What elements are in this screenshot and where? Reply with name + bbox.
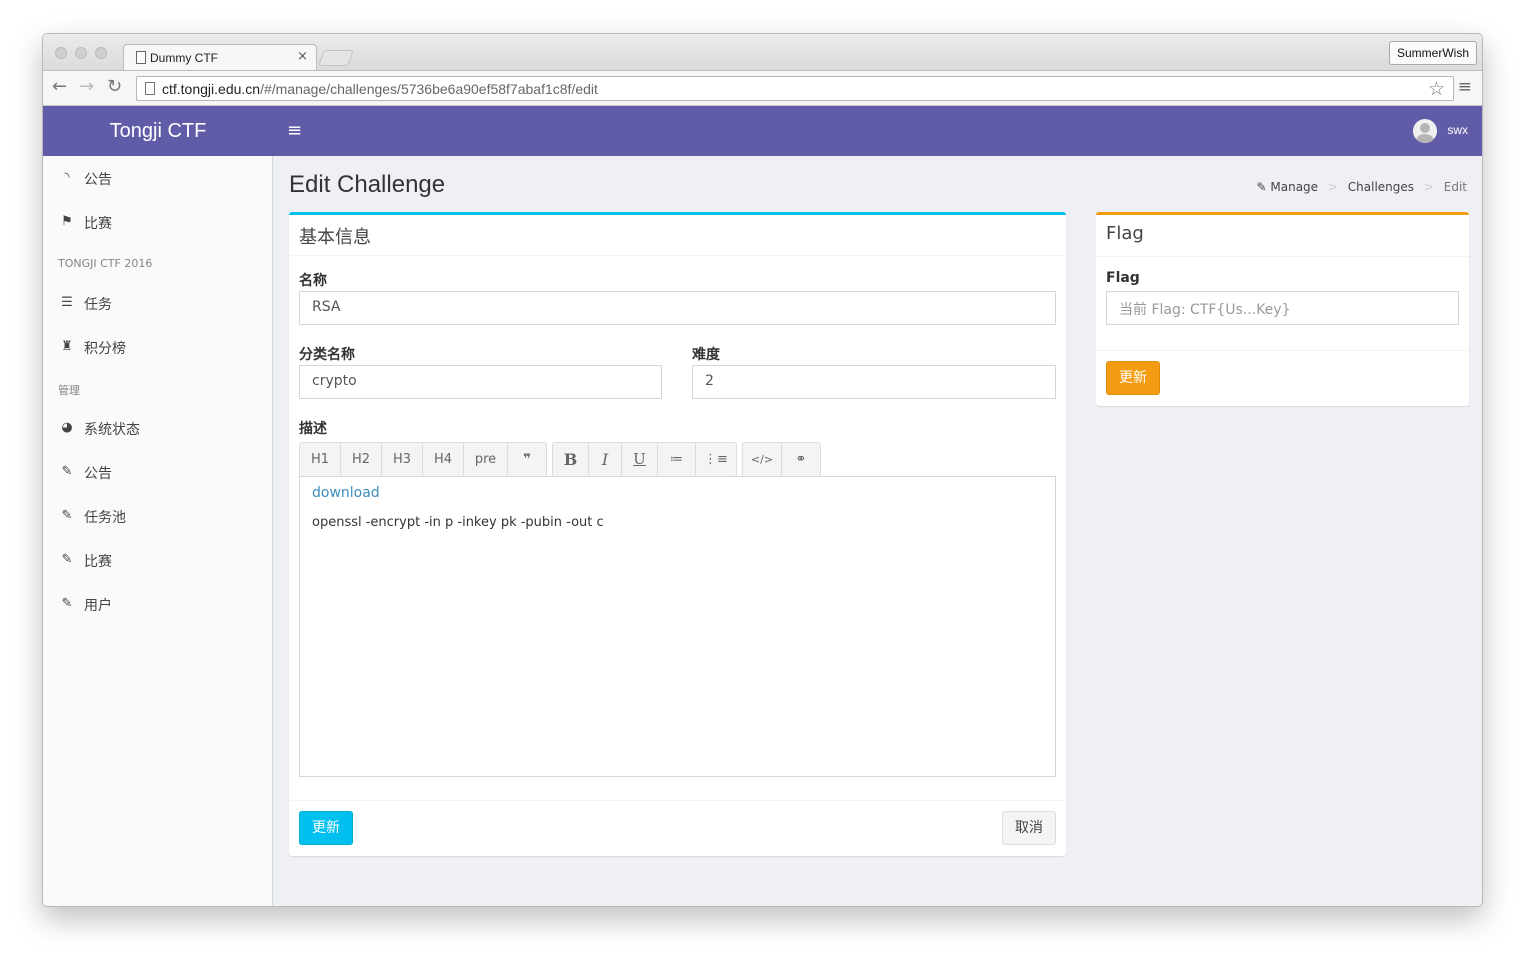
- rss-icon: ◝: [64, 170, 70, 185]
- sidebar-item-manage-announcements[interactable]: ✎ 公告: [43, 450, 273, 494]
- difficulty-label: 难度: [692, 347, 720, 363]
- basic-info-box: 基本信息 名称 RSA 分类名称 crypto 难度 2 描述 H1 H2 H3…: [289, 212, 1066, 856]
- minimize-window-button[interactable]: [75, 47, 87, 59]
- main-content: Edit Challenge ✎ Manage > Challenges > E…: [274, 156, 1482, 906]
- heading-group: H1 H2 H3 H4 pre ❞: [299, 442, 547, 477]
- box-title: 基本信息: [299, 227, 371, 248]
- tab-title: Dummy CTF: [150, 51, 218, 65]
- sidebar-item-manage-contests[interactable]: ✎ 比赛: [43, 538, 273, 582]
- flag-input[interactable]: 当前 Flag: CTF{Us...Key}: [1106, 291, 1459, 325]
- list-icon: ☰: [61, 295, 73, 310]
- h3-button[interactable]: H3: [382, 443, 423, 476]
- forward-icon[interactable]: →: [79, 76, 94, 97]
- breadcrumb-manage[interactable]: Manage: [1270, 180, 1318, 194]
- address-bar[interactable]: ctf.tongji.edu.cn/#/manage/challenges/57…: [136, 76, 1454, 101]
- new-tab-button[interactable]: [318, 50, 354, 66]
- bullet-list-icon[interactable]: ≔: [658, 443, 696, 476]
- numbered-list-icon[interactable]: ⋮≡: [696, 443, 736, 476]
- description-editor[interactable]: download openssl -encrypt -in p -inkey p…: [299, 476, 1056, 777]
- zoom-window-button[interactable]: [95, 47, 107, 59]
- quote-icon[interactable]: ❞: [508, 443, 546, 476]
- update-button[interactable]: 更新: [299, 811, 353, 845]
- format-group: B I U ≔ ⋮≡: [552, 442, 737, 477]
- name-label: 名称: [299, 273, 327, 289]
- pre-button[interactable]: pre: [464, 443, 508, 476]
- underline-button[interactable]: U: [622, 443, 658, 476]
- breadcrumb-edit: Edit: [1443, 180, 1467, 194]
- insert-group: </> ⚭: [742, 442, 821, 477]
- wrench-icon: ✎: [61, 596, 73, 611]
- browser-menu-icon[interactable]: ≡: [1458, 77, 1472, 97]
- brand-logo[interactable]: Tongji CTF: [43, 106, 273, 156]
- h2-button[interactable]: H2: [341, 443, 382, 476]
- italic-button[interactable]: I: [589, 443, 622, 476]
- flag-update-button[interactable]: 更新: [1106, 361, 1160, 395]
- breadcrumb: ✎ Manage > Challenges > Edit: [1256, 180, 1467, 194]
- sidebar-item-tasks[interactable]: ☰ 任务: [43, 281, 273, 325]
- sidebar-item-announcements[interactable]: ◝ 公告: [43, 156, 273, 200]
- user-name[interactable]: swx: [1447, 123, 1468, 137]
- breadcrumb-challenges[interactable]: Challenges: [1348, 180, 1414, 194]
- wrench-icon: ✎: [1256, 180, 1271, 194]
- wrench-icon: ✎: [61, 464, 73, 479]
- page-title: Edit Challenge: [289, 171, 446, 198]
- cancel-button[interactable]: 取消: [1002, 811, 1056, 845]
- category-label: 分类名称: [299, 347, 355, 363]
- sidebar-item-system-status[interactable]: ◕ 系统状态: [43, 406, 273, 450]
- close-window-button[interactable]: [55, 47, 67, 59]
- wrench-icon: ✎: [61, 552, 73, 567]
- sidebar: ◝ 公告 ⚑ 比赛 TONGJI CTF 2016 ☰ 任务 ♜ 积分榜 管理 …: [43, 156, 273, 906]
- link-icon[interactable]: ⚭: [782, 443, 820, 476]
- description-text: openssl -encrypt -in p -inkey pk -pubin …: [312, 515, 604, 530]
- sidebar-section-manage: 管理: [58, 384, 80, 397]
- browser-window: Dummy CTF × SummerWish ← → ↻ ctf.tongji.…: [42, 33, 1483, 907]
- flag-label: Flag: [1106, 270, 1140, 286]
- trophy-icon: ♜: [61, 339, 73, 354]
- download-link[interactable]: download: [312, 485, 380, 501]
- name-input[interactable]: RSA: [299, 291, 1056, 325]
- bookmark-star-icon[interactable]: ☆: [1428, 78, 1445, 100]
- page-icon: [145, 82, 155, 95]
- profile-button[interactable]: SummerWish: [1388, 41, 1477, 65]
- reload-icon[interactable]: ↻: [107, 76, 122, 97]
- url-text: ctf.tongji.edu.cn/#/manage/challenges/57…: [162, 81, 598, 97]
- flag-box: Flag Flag 当前 Flag: CTF{Us...Key} 更新: [1096, 212, 1469, 406]
- h4-button[interactable]: H4: [423, 443, 464, 476]
- sidebar-item-task-pool[interactable]: ✎ 任务池: [43, 494, 273, 538]
- avatar[interactable]: [1413, 119, 1437, 143]
- browser-toolbar: ← → ↻ ctf.tongji.edu.cn/#/manage/challen…: [43, 70, 1482, 106]
- h1-button[interactable]: H1: [300, 443, 341, 476]
- bold-button[interactable]: B: [553, 443, 589, 476]
- sidebar-toggle-icon[interactable]: ≡: [287, 120, 302, 141]
- flag-icon: ⚑: [61, 214, 73, 229]
- dashboard-icon: ◕: [61, 420, 73, 435]
- tab-strip: Dummy CTF × SummerWish: [43, 34, 1482, 71]
- app-header: Tongji CTF ≡ swx: [43, 106, 1482, 156]
- wrench-icon: ✎: [61, 508, 73, 523]
- sidebar-item-users[interactable]: ✎ 用户: [43, 582, 273, 626]
- category-input[interactable]: crypto: [299, 365, 662, 399]
- sidebar-item-scoreboard[interactable]: ♜ 积分榜: [43, 325, 273, 369]
- box-title: Flag: [1106, 223, 1144, 244]
- back-icon[interactable]: ←: [52, 76, 67, 97]
- page-icon: [136, 51, 146, 64]
- browser-tab[interactable]: Dummy CTF ×: [123, 44, 317, 71]
- tab-close-icon[interactable]: ×: [297, 49, 308, 64]
- code-icon[interactable]: </>: [743, 443, 782, 476]
- sidebar-item-contests[interactable]: ⚑ 比赛: [43, 200, 273, 244]
- sidebar-section-contest: TONGJI CTF 2016: [58, 257, 153, 270]
- description-label: 描述: [299, 421, 327, 437]
- difficulty-input[interactable]: 2: [692, 365, 1056, 399]
